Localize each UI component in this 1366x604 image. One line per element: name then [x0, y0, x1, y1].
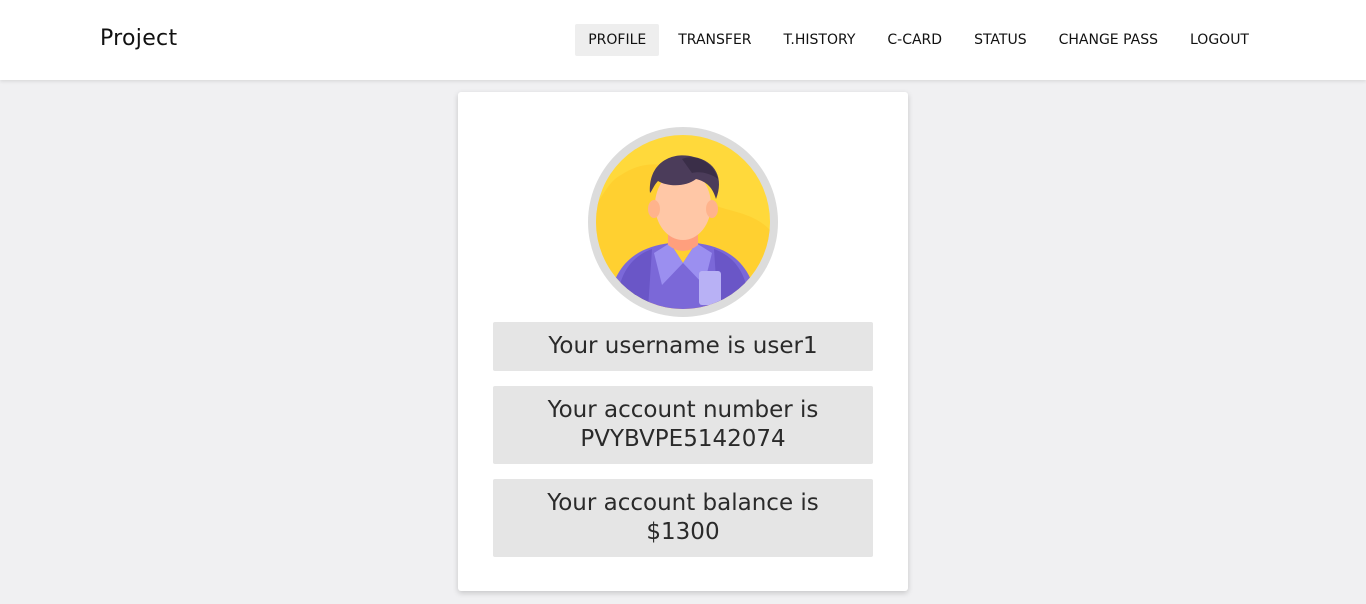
username-text: Your username is user1 [548, 333, 818, 359]
account-balance-label: Your account balance is [547, 490, 819, 516]
account-number-label: Your account number is [547, 397, 819, 423]
user-avatar-icon [596, 135, 770, 309]
account-balance-value: $1300 [646, 519, 720, 545]
nav-item-credit-card[interactable]: C-CARD [874, 24, 955, 56]
avatar [588, 127, 778, 317]
username-info: Your username is user1 [493, 322, 873, 371]
nav-item-change-password[interactable]: CHANGE PASS [1046, 24, 1171, 56]
nav-item-profile[interactable]: PROFILE [575, 24, 660, 56]
main-nav: PROFILE TRANSFER T.HISTORY C-CARD STATUS… [575, 24, 1262, 56]
brand-logo[interactable]: Project [100, 26, 177, 51]
nav-item-status[interactable]: STATUS [961, 24, 1040, 56]
account-number-info: Your account number is PVYBVPE5142074 [493, 386, 873, 464]
account-balance-info: Your account balance is $1300 [493, 479, 873, 557]
nav-item-transfer[interactable]: TRANSFER [665, 24, 764, 56]
profile-card: Your username is user1 Your account numb… [458, 92, 908, 591]
nav-item-logout[interactable]: LOGOUT [1177, 24, 1262, 56]
account-number-value: PVYBVPE5142074 [580, 426, 786, 452]
top-navbar: Project PROFILE TRANSFER T.HISTORY C-CAR… [0, 0, 1366, 80]
nav-item-transaction-history[interactable]: T.HISTORY [771, 24, 869, 56]
